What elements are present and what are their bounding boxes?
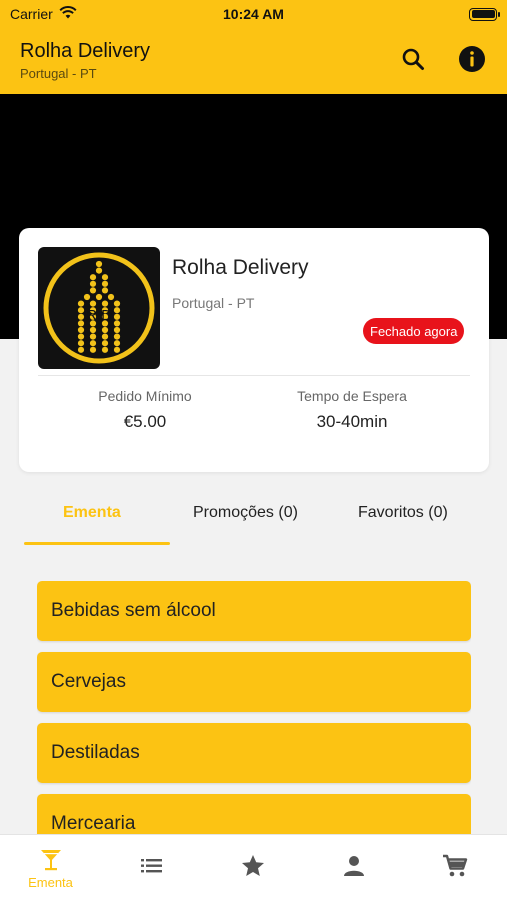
logo-dot xyxy=(89,280,97,287)
nav-ementa[interactable]: Ementa xyxy=(0,835,101,900)
logo-dot xyxy=(83,293,91,301)
category-mercearia[interactable]: Mercearia xyxy=(37,794,471,834)
logo-dot xyxy=(95,267,103,274)
min-order-label: Pedido Mínimo xyxy=(98,388,192,404)
battery-icon xyxy=(469,7,500,21)
cart-icon xyxy=(442,854,467,877)
category-destiladas[interactable]: Destiladas xyxy=(37,723,471,783)
logo-dot xyxy=(95,260,103,268)
logo-dot xyxy=(101,326,109,334)
min-order-value: €5.00 xyxy=(123,412,167,431)
tab-promocoes[interactable]: Promoções (0) xyxy=(193,504,298,522)
nav-ementa-label: Ementa xyxy=(28,875,73,890)
category-list: Bebidas sem álcool Cervejas Destiladas M… xyxy=(37,581,471,834)
wait-time-value: 30-40min xyxy=(316,412,388,431)
logo-dot xyxy=(77,333,85,340)
search-icon xyxy=(402,48,424,70)
logo-dot xyxy=(113,307,121,314)
tab-favoritos[interactable]: Favoritos (0) xyxy=(358,504,448,522)
logo-dot xyxy=(107,293,115,301)
person-icon xyxy=(343,856,364,876)
logo-dot xyxy=(77,300,85,307)
info-button[interactable] xyxy=(457,44,487,74)
logo-dot xyxy=(77,313,85,320)
tab-bar: Ementa Promoções (0) Favoritos (0) xyxy=(0,494,507,546)
page-subtitle: Portugal - PT xyxy=(20,66,97,81)
tab-ementa[interactable]: Ementa xyxy=(63,504,121,522)
logo-dot xyxy=(113,300,121,307)
logo-dot xyxy=(89,340,97,347)
bottom-nav: Ementa xyxy=(0,834,507,900)
logo-dot xyxy=(101,287,109,294)
active-tab-indicator xyxy=(24,542,170,545)
page-title: Rolha Delivery xyxy=(20,40,151,62)
clock: 10:24 AM xyxy=(223,6,284,22)
restaurant-card: R.D Rolha Delivery Portugal - PT Fechado… xyxy=(19,228,489,472)
logo-dot xyxy=(89,346,97,353)
logo-dot xyxy=(113,313,121,320)
logo-dot xyxy=(89,300,97,307)
restaurant-name: Rolha Delivery xyxy=(172,256,309,279)
logo-dot xyxy=(89,274,97,281)
logo-dot xyxy=(89,326,97,334)
card-divider xyxy=(38,375,470,376)
info-icon xyxy=(459,46,485,72)
logo-dot xyxy=(101,300,109,307)
logo-dot xyxy=(89,333,97,340)
logo-dot xyxy=(77,307,85,314)
status-badge: Fechado agora xyxy=(363,318,465,344)
min-order: Pedido Mínimo €5.00 xyxy=(45,388,245,432)
logo-dot xyxy=(101,340,109,347)
logo-dot xyxy=(95,293,103,301)
logo-dot xyxy=(77,346,85,353)
restaurant-location: Portugal - PT xyxy=(172,295,255,311)
category-bebidas[interactable]: Bebidas sem álcool xyxy=(37,581,471,641)
logo-dot xyxy=(113,340,121,347)
app-header: Rolha Delivery Portugal - PT xyxy=(0,28,507,94)
nav-profile[interactable] xyxy=(303,835,404,900)
logo-dot xyxy=(77,320,85,327)
logo-dot xyxy=(113,326,121,334)
logo-dot xyxy=(113,320,121,327)
restaurant-logo: R.D xyxy=(38,247,160,369)
logo-dot xyxy=(113,333,121,340)
wait-time: Tempo de Espera 30-40min xyxy=(252,388,452,432)
nav-favorites[interactable] xyxy=(202,835,303,900)
logo-dot xyxy=(101,333,109,340)
logo-text: R.D xyxy=(86,307,112,324)
cocktail-icon xyxy=(40,850,61,871)
logo-dot xyxy=(77,326,85,334)
wait-time-label: Tempo de Espera xyxy=(297,388,407,404)
logo-dot xyxy=(77,340,85,347)
list-icon xyxy=(140,859,162,873)
logo-dot xyxy=(101,280,109,287)
carrier-label: Carrier xyxy=(10,6,53,22)
logo-dot xyxy=(101,346,109,353)
nav-cart[interactable] xyxy=(404,835,505,900)
logo-dot xyxy=(113,346,121,353)
logo-dot xyxy=(89,287,97,294)
star-icon xyxy=(241,855,264,876)
wifi-icon xyxy=(59,6,77,22)
search-button[interactable] xyxy=(398,44,428,74)
status-bar: Carrier 10:24 AM xyxy=(0,0,507,28)
nav-list[interactable] xyxy=(101,835,202,900)
logo-dot xyxy=(101,274,109,281)
category-cervejas[interactable]: Cervejas xyxy=(37,652,471,712)
